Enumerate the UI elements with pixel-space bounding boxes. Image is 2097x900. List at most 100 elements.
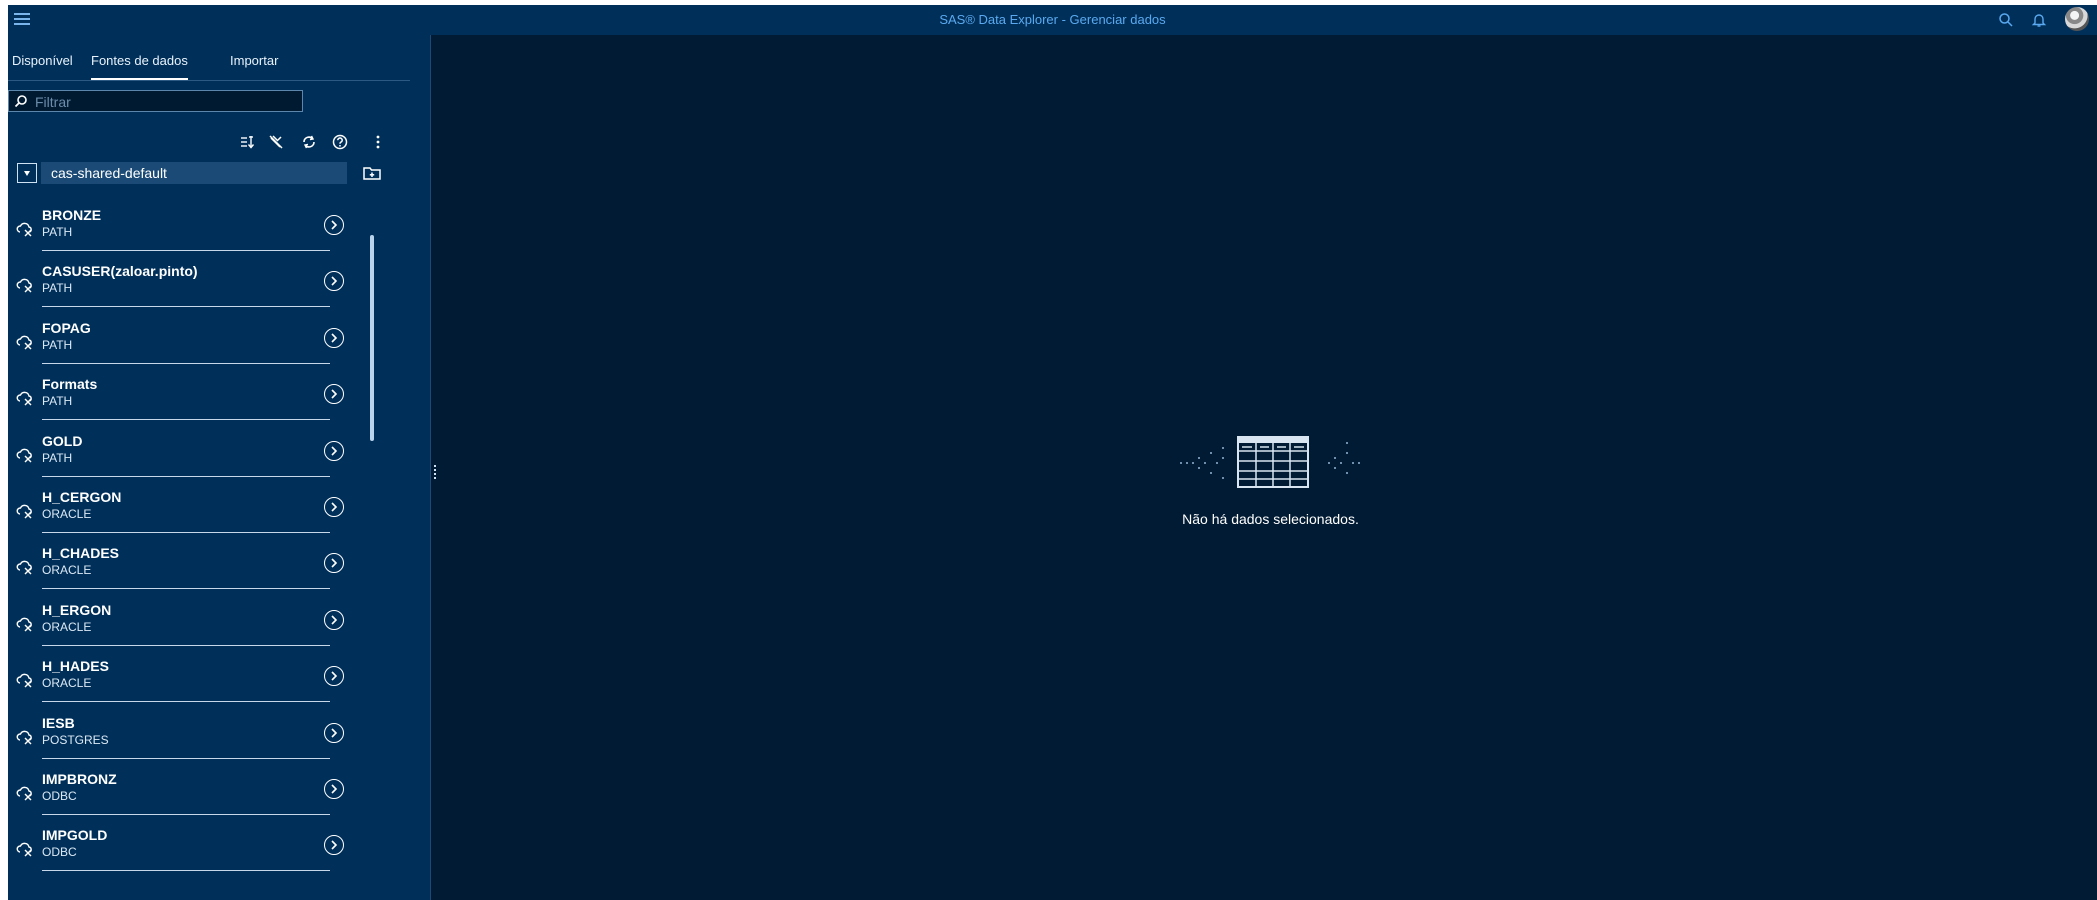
row-divider [42, 814, 330, 815]
cloud-source-icon [16, 673, 32, 688]
cloud-source-icon [16, 786, 32, 801]
open-source-button[interactable] [324, 779, 344, 799]
server-select-value[interactable]: cas-shared-default [41, 162, 347, 184]
data-source-row[interactable]: IMPGOLD ODBC [8, 825, 380, 881]
data-source-type: PATH [42, 450, 73, 465]
open-source-button[interactable] [324, 271, 344, 292]
server-select[interactable]: cas-shared-default [17, 162, 347, 184]
data-source-row[interactable]: H_HADES ORACLE [8, 656, 380, 712]
chevron-right-icon [331, 333, 338, 343]
tab-fontes-de-dados[interactable]: Fontes de dados [91, 50, 188, 80]
left-panel: Disponível Fontes de dados Importar Filt… [8, 35, 430, 900]
cloud-source-icon [16, 617, 32, 632]
data-source-row[interactable]: FOPAG PATH [8, 318, 380, 374]
row-divider [42, 701, 330, 703]
cloud-source-icon [16, 730, 32, 745]
row-divider [42, 757, 330, 759]
data-source-row[interactable]: IESB POSTGRES [8, 713, 380, 769]
data-source-name: IMPBRONZ [42, 771, 117, 787]
row-divider [42, 870, 330, 872]
data-source-type: PATH [42, 281, 73, 296]
empty-state-message: Não há dados selecionados. [1182, 511, 1359, 527]
app-title: SAS® Data Explorer - Gerenciar dados [939, 12, 1166, 27]
chevron-right-icon [331, 389, 338, 399]
data-source-row[interactable]: H_CERGON ORACLE [8, 487, 380, 543]
row-divider [42, 588, 330, 590]
help-icon[interactable] [331, 133, 349, 151]
row-divider [42, 419, 330, 421]
data-source-name: BRONZE [42, 207, 102, 223]
cloud-source-icon [16, 843, 32, 857]
data-source-row[interactable]: Formats PATH [8, 374, 380, 430]
data-source-row[interactable]: BRONZE PATH [8, 205, 380, 261]
row-divider [42, 306, 330, 308]
refresh-icon[interactable] [300, 133, 318, 151]
cloud-source-icon [16, 561, 32, 575]
tab-disponivel[interactable]: Disponível [12, 50, 73, 78]
data-source-name: Formats [42, 376, 98, 393]
more-options-icon[interactable] [369, 133, 387, 151]
data-source-name: H_HADES [42, 658, 109, 675]
data-source-row[interactable]: IMPBRONZ ODBC [8, 769, 380, 825]
chevron-right-icon [331, 784, 338, 794]
open-source-button[interactable] [324, 835, 344, 856]
row-divider [42, 250, 330, 251]
open-source-button[interactable] [324, 327, 344, 348]
chevron-right-icon [331, 840, 338, 850]
row-divider [42, 644, 330, 646]
bell-icon[interactable] [2030, 11, 2048, 29]
data-source-row[interactable]: H_CHADES ORACLE [8, 543, 380, 599]
open-source-button[interactable] [324, 384, 344, 405]
data-source-row[interactable]: CASUSER(zaloar.pinto) PATH [8, 261, 380, 317]
chevron-right-icon [331, 615, 338, 625]
cloud-source-icon [16, 448, 32, 463]
data-source-row[interactable]: GOLD PATH [8, 431, 380, 487]
sort-filter-icon[interactable] [238, 133, 256, 151]
data-source-type: PATH [42, 394, 73, 409]
cloud-source-icon [16, 279, 32, 293]
splitter-grip-icon[interactable] [434, 465, 436, 479]
cloud-source-icon [16, 391, 32, 406]
data-source-type: ORACLE [42, 619, 92, 634]
data-source-row[interactable]: H_ERGON ORACLE [8, 600, 380, 656]
open-source-button[interactable] [324, 497, 344, 517]
filter-input[interactable] [33, 92, 297, 112]
open-source-button[interactable] [324, 666, 344, 687]
data-source-type: ORACLE [42, 563, 92, 578]
row-divider [42, 362, 330, 364]
cloud-source-icon [16, 335, 32, 350]
chevron-down-icon[interactable] [17, 163, 37, 183]
data-source-name: H_ERGON [42, 601, 112, 618]
tab-bar: Disponível Fontes de dados Importar [8, 50, 410, 81]
user-avatar[interactable] [2065, 7, 2089, 31]
disconnect-icon[interactable] [267, 133, 285, 151]
app-window: SAS® Data Explorer - Gerenciar dados Dis… [8, 5, 2097, 900]
data-source-type: ORACLE [42, 507, 92, 521]
row-divider [42, 475, 330, 477]
chevron-right-icon [331, 220, 338, 230]
data-source-type: ODBC [42, 789, 77, 803]
list-scrollbar[interactable] [370, 235, 374, 441]
search-icon[interactable] [1997, 11, 2015, 29]
data-source-type: PATH [42, 337, 73, 352]
tab-importar[interactable]: Importar [230, 50, 278, 78]
panel-splitter[interactable] [430, 35, 439, 900]
data-source-type: ODBC [42, 845, 77, 860]
chevron-right-icon [331, 446, 338, 456]
data-source-name: H_CHADES [42, 545, 120, 562]
filter-field [8, 90, 303, 112]
cloud-source-icon [16, 222, 32, 237]
open-source-button[interactable] [324, 440, 344, 461]
open-source-button[interactable] [324, 722, 344, 743]
chevron-right-icon [331, 671, 338, 681]
open-source-button[interactable] [324, 215, 344, 235]
data-source-name: CASUSER(zaloar.pinto) [42, 263, 198, 280]
open-source-button[interactable] [324, 609, 344, 630]
open-source-button[interactable] [324, 553, 344, 574]
new-folder-icon[interactable] [362, 164, 382, 182]
cloud-source-icon [16, 504, 32, 519]
chevron-right-icon [331, 276, 338, 286]
data-source-name: IESB [42, 714, 75, 731]
data-source-name: H_CERGON [42, 489, 122, 505]
data-source-name: GOLD [42, 432, 83, 449]
